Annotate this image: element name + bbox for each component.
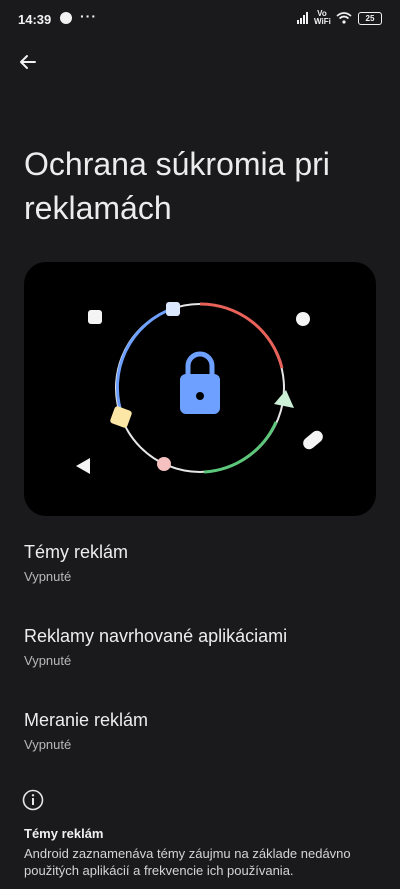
status-time: 14:39 <box>18 12 52 27</box>
setting-status: Vypnuté <box>24 653 72 668</box>
setting-app-suggested-ads[interactable]: Reklamy navrhované aplikáciami Vypnuté <box>24 604 376 688</box>
page-title: Ochrana súkromia pri reklamách <box>24 146 330 226</box>
info-description: Android zaznamenáva témy záujmu na zákla… <box>24 846 351 878</box>
info-title: Témy reklám <box>24 826 104 841</box>
setting-title: Témy reklám <box>24 542 129 562</box>
hero-illustration <box>24 262 376 516</box>
signal-icon <box>297 12 308 24</box>
wifi-icon <box>336 12 352 24</box>
status-bar: 14:39 ··· Vo WiFi 25 <box>0 0 400 38</box>
arrow-left-icon <box>20 55 36 69</box>
setting-ad-measurement[interactable]: Meranie reklám Vypnuté <box>24 688 376 772</box>
setting-status: Vypnuté <box>24 737 72 752</box>
messenger-icon <box>60 12 72 24</box>
setting-ad-topics[interactable]: Témy reklám Vypnuté <box>24 520 376 604</box>
setting-title: Reklamy navrhované aplikáciami <box>24 626 288 646</box>
lock-icon <box>180 351 220 414</box>
battery-icon: 25 <box>358 11 382 25</box>
more-notifications-indicator: ··· <box>80 8 97 24</box>
ads-settings-list: Témy reklám Vypnuté Reklamy navrhované a… <box>24 520 376 772</box>
status-icons: Vo WiFi 25 <box>297 10 382 26</box>
back-button[interactable] <box>14 48 42 76</box>
setting-title: Meranie reklám <box>24 710 149 730</box>
info-icon <box>22 789 44 811</box>
vowifi-label: Vo WiFi <box>314 9 331 26</box>
privacy-ring-graphic <box>76 302 323 474</box>
setting-status: Vypnuté <box>24 569 72 584</box>
